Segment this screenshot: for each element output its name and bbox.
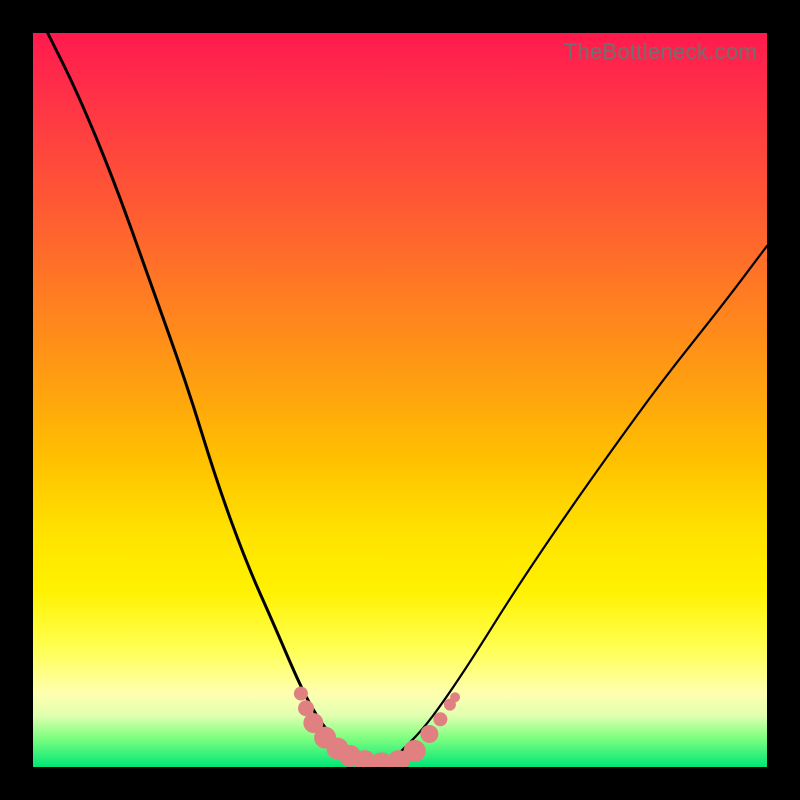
plot-area: TheBottleneck.com — [33, 33, 767, 767]
data-dot — [420, 725, 438, 743]
data-dots — [294, 687, 460, 767]
data-dot — [433, 712, 447, 726]
data-dot — [294, 687, 308, 701]
chart-svg — [33, 33, 767, 767]
right-curve — [385, 246, 767, 767]
outer-black-frame: TheBottleneck.com — [0, 0, 800, 800]
data-dot — [450, 692, 460, 702]
left-curve — [48, 33, 386, 767]
data-dot — [404, 740, 426, 762]
